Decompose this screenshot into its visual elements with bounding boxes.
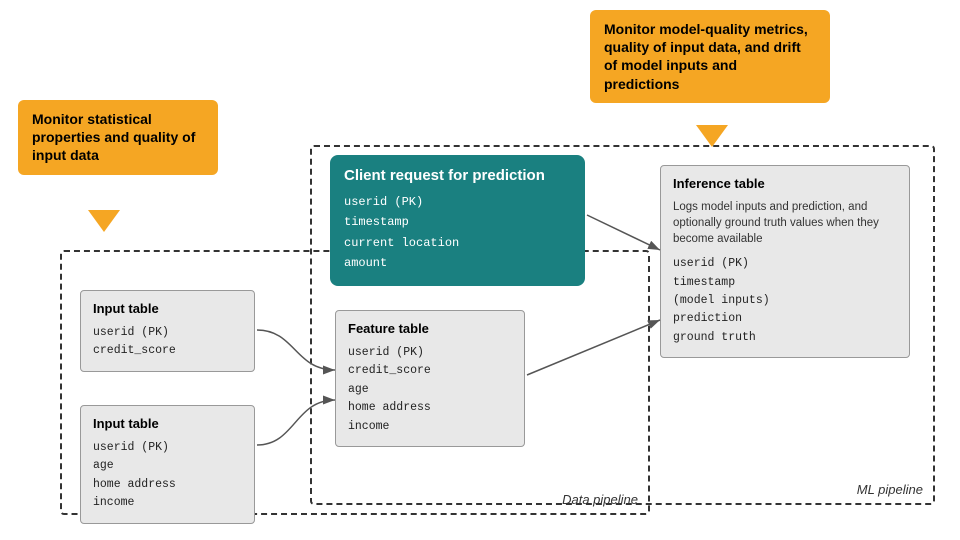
feature-field-2: credit_score — [348, 362, 512, 380]
input2-field-3: home address — [93, 476, 242, 494]
inference-field-2: timestamp — [673, 274, 897, 292]
feature-table-title: Feature table — [348, 321, 512, 336]
data-pipeline-label: Data pipeline — [562, 492, 638, 507]
input2-field-1: userid (PK) — [93, 439, 242, 457]
client-field-2: timestamp — [344, 212, 571, 232]
right-arrow-down — [696, 125, 728, 147]
inference-table-fields: userid (PK) timestamp (model inputs) pre… — [673, 255, 897, 347]
input-table-2-fields: userid (PK) age home address income — [93, 439, 242, 513]
right-callout-text: Monitor model-quality metrics, quality o… — [604, 21, 808, 92]
input1-field-2: credit_score — [93, 342, 242, 360]
input2-field-4: income — [93, 494, 242, 512]
client-request-fields: userid (PK) timestamp current location a… — [344, 192, 571, 274]
inference-field-5: ground truth — [673, 329, 897, 347]
feature-field-4: home address — [348, 399, 512, 417]
client-field-1: userid (PK) — [344, 192, 571, 212]
input-table-2: Input table userid (PK) age home address… — [80, 405, 255, 524]
inference-field-1: userid (PK) — [673, 255, 897, 273]
inference-field-4: prediction — [673, 310, 897, 328]
feature-field-3: age — [348, 381, 512, 399]
ml-pipeline-label: ML pipeline — [857, 482, 923, 497]
inference-table-title: Inference table — [673, 176, 897, 191]
input-table-1-fields: userid (PK) credit_score — [93, 324, 242, 361]
feature-field-1: userid (PK) — [348, 344, 512, 362]
input1-field-1: userid (PK) — [93, 324, 242, 342]
input-table-1-title: Input table — [93, 301, 242, 316]
client-field-4: amount — [344, 253, 571, 273]
input-table-2-title: Input table — [93, 416, 242, 431]
left-arrow-down — [88, 210, 120, 232]
feature-field-5: income — [348, 418, 512, 436]
input2-field-2: age — [93, 457, 242, 475]
input-table-1: Input table userid (PK) credit_score — [80, 290, 255, 372]
client-field-3: current location — [344, 233, 571, 253]
feature-table-fields: userid (PK) credit_score age home addres… — [348, 344, 512, 436]
left-callout: Monitor statistical properties and quali… — [18, 100, 218, 175]
client-request-title: Client request for prediction — [344, 167, 571, 184]
client-request-box: Client request for prediction userid (PK… — [330, 155, 585, 286]
feature-table: Feature table userid (PK) credit_score a… — [335, 310, 525, 447]
inference-table-desc: Logs model inputs and prediction, and op… — [673, 199, 897, 247]
inference-table: Inference table Logs model inputs and pr… — [660, 165, 910, 358]
left-callout-text: Monitor statistical properties and quali… — [32, 111, 195, 163]
inference-field-3: (model inputs) — [673, 292, 897, 310]
right-callout: Monitor model-quality metrics, quality o… — [590, 10, 830, 103]
